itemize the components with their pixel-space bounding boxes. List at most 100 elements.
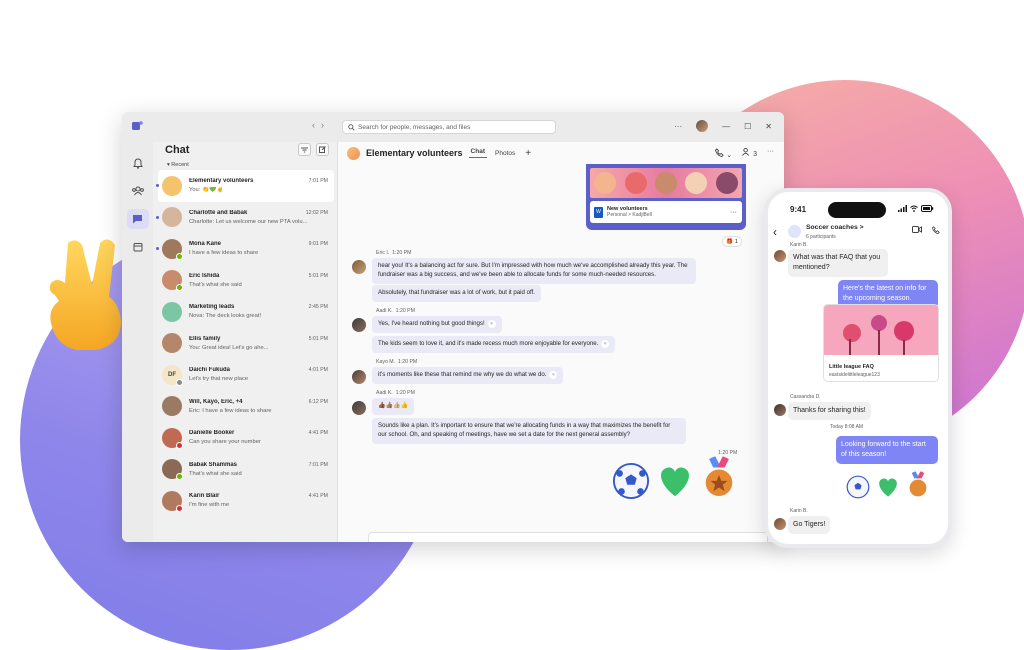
message-time: 1:20 PM (395, 308, 415, 314)
avatar (162, 301, 182, 322)
back-arrow-icon[interactable]: ‹ (773, 225, 777, 239)
close-icon[interactable]: ✕ (765, 122, 772, 131)
chat-time: 4:41 PM (308, 493, 328, 499)
participants-count: 3 (753, 151, 757, 158)
profile-avatar[interactable] (696, 120, 709, 132)
avatar (162, 207, 182, 228)
participants-button[interactable]: 3 (742, 148, 757, 159)
avatar[interactable] (352, 260, 366, 274)
rail-calendar[interactable] (122, 234, 153, 260)
heart-reaction-icon[interactable]: ♥ (487, 320, 496, 328)
day-divider: Today 8:08 AM (830, 424, 864, 430)
avatar: DF (162, 364, 183, 386)
group-avatar (347, 146, 360, 160)
rail-chat[interactable] (122, 206, 153, 232)
message-text: The kids seem to love it, and it's made … (378, 340, 599, 347)
minimize-icon[interactable]: — (722, 122, 730, 131)
tab-photos[interactable]: Photos (493, 150, 517, 157)
message-bubble: Yes, I've heard nothing but good things!… (372, 316, 502, 333)
avatar[interactable] (352, 370, 366, 384)
message-bubble: it's moments like these that remind me w… (372, 367, 564, 384)
forward-arrow-icon[interactable]: › (321, 120, 330, 130)
add-tab-button[interactable]: + (523, 148, 533, 159)
video-call-icon[interactable] (912, 226, 922, 236)
avatar (162, 459, 183, 481)
list-item[interactable]: Marketing leads Nova: The deck looks grea… (158, 296, 334, 328)
list-item[interactable]: Ellis family You: Great idea! Let's go ah… (158, 328, 334, 360)
card-link[interactable]: eastsidelittleleague123 (829, 372, 938, 378)
dynamic-island (828, 202, 886, 218)
tab-chat[interactable]: Chat (468, 148, 487, 158)
more-options-icon[interactable]: ··· (674, 122, 682, 131)
rail-activity[interactable] (122, 150, 153, 176)
back-arrow-icon[interactable]: ‹ (312, 120, 321, 130)
call-icon[interactable] (931, 226, 940, 236)
list-item[interactable]: DF Daichi Fukuda Let's try that new place 4… (158, 359, 334, 391)
chat-time: 5:01 PM (308, 335, 328, 342)
calendar-icon (127, 237, 149, 257)
heart-reaction-icon[interactable]: ♥ (601, 340, 610, 348)
call-icon[interactable]: ⌄ (715, 148, 732, 159)
file-more-icon[interactable]: ··· (730, 209, 737, 216)
more-options-icon[interactable]: ··· (767, 148, 774, 159)
avatar[interactable] (352, 401, 366, 415)
gift-reaction-icon: 🎁 (726, 238, 733, 245)
list-item[interactable]: Will, Kayo, Eric, +4 Eric: I have a few i… (158, 391, 334, 423)
list-title: Chat (165, 144, 190, 156)
file-row[interactable]: W New volunteers Personal > KadjiBell ··… (590, 201, 742, 223)
link-preview-card[interactable]: Little league FAQ eastsidelittleleague12… (823, 304, 939, 382)
search-input[interactable]: Search for people, messages, and files (342, 120, 556, 134)
message-meta: Kayo M. 1:20 PM (376, 359, 417, 365)
compose-box[interactable] (368, 532, 768, 542)
message-text: Yes, I've heard nothing but good things! (378, 320, 485, 327)
chat-list: Elementary volunteers You: 👏💚✌ 7:01 PM Char… (156, 170, 334, 517)
list-item[interactable]: Charlotte and Babak Charlotte: Let us wel… (156, 202, 334, 234)
list-item[interactable]: Mona Kane I have a few ideas to share 9:01… (156, 233, 334, 265)
message-bubble: The kids seem to love it, and it's made … (372, 336, 616, 353)
medal-icon (909, 471, 927, 497)
list-item[interactable]: Babak Shammas That's what she said 7:01 PM (158, 454, 334, 486)
sender-name: Karin B. (790, 508, 808, 514)
avatar (162, 333, 182, 354)
message-bubble: Go Tigers! (788, 516, 831, 534)
list-item[interactable]: Karin Blair I'm fine with me 4:41 PM (158, 485, 334, 517)
unread-indicator (156, 215, 159, 219)
sender-name: Kayo M. (376, 359, 396, 365)
avatar[interactable] (352, 318, 366, 332)
shared-file-card[interactable]: W New volunteers Personal > KadjiBell ··… (586, 164, 746, 230)
heart-reaction-icon[interactable]: ♥ (549, 371, 558, 379)
chat-preview: That's what she said (189, 281, 242, 288)
chat-icon (126, 209, 149, 229)
chat-preview: Charlotte: Let us welcome our new PTA vo… (189, 218, 308, 225)
rail-communities[interactable] (122, 178, 153, 204)
reaction-badge[interactable]: 🎁 1 (722, 236, 742, 247)
soccer-ball-icon (846, 475, 870, 499)
history-nav[interactable]: ‹› (312, 120, 330, 130)
avatar[interactable] (774, 404, 786, 416)
maximize-icon[interactable]: ☐ (744, 122, 751, 131)
list-item[interactable]: Eric Ishida That's what she said 5:01 PM (158, 265, 334, 297)
chat-time: 6:12 PM (308, 398, 328, 405)
new-chat-icon[interactable] (316, 143, 329, 156)
teams-icon (127, 181, 149, 201)
phone-chat-title[interactable]: Soccer coaches > (806, 224, 864, 231)
list-item[interactable]: Elementary volunteers You: 👏💚✌ 7:01 PM (156, 170, 334, 202)
chat-preview: You: 👏💚✌ (189, 187, 224, 194)
teams-window: ‹› Search for people, messages, and file… (122, 112, 784, 542)
chat-preview: That's what she said (189, 470, 242, 477)
recent-section-label[interactable]: ▾ Recent (167, 162, 189, 168)
avatar[interactable] (774, 250, 786, 262)
sender-name: Cassandra D. (790, 394, 821, 400)
message-bubble: Sounds like a plan. It's important to en… (372, 418, 686, 444)
avatar (162, 175, 182, 196)
list-item[interactable]: Danielle Booker Can you share your number… (158, 422, 334, 454)
avatar[interactable] (774, 518, 786, 530)
chat-time: 9:01 PM (308, 241, 328, 247)
phone-header-actions (912, 226, 940, 236)
chat-preview: I have a few ideas to share (189, 250, 259, 257)
title-bar: ‹› Search for people, messages, and file… (122, 112, 784, 142)
message-meta: Aadi K. 1:20 PM (376, 308, 415, 314)
message-bubble: What was that FAQ that you mentioned? (788, 249, 888, 277)
search-placeholder: Search for people, messages, and files (358, 123, 471, 131)
filter-icon[interactable] (298, 143, 311, 156)
